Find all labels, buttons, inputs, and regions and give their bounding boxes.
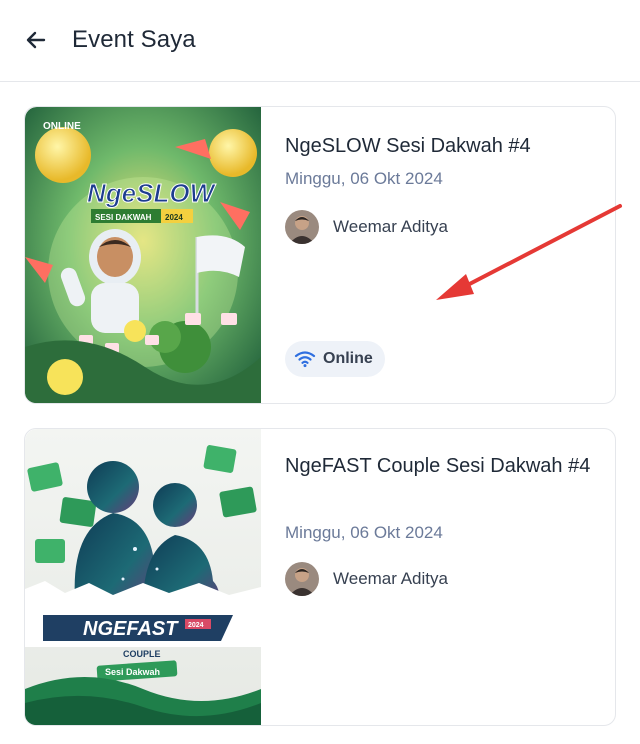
event-poster: ONLINE NgeSLOW SESI DAKWAH 2024 [25, 107, 261, 403]
event-list: ONLINE NgeSLOW SESI DAKWAH 2024 NgeSLOW … [0, 82, 640, 744]
event-title: NgeSLOW Sesi Dakwah #4 [285, 135, 531, 157]
event-poster: NGEFAST 2024 COUPLE Sesi Dakwah [25, 429, 261, 725]
avatar [285, 562, 319, 596]
event-card[interactable]: ONLINE NgeSLOW SESI DAKWAH 2024 NgeSLOW … [24, 106, 616, 404]
poster-sub-banner: SESI DAKWAH [95, 213, 152, 222]
event-title: NgeFAST Couple Sesi Dakwah #4 [285, 455, 591, 477]
wifi-icon [293, 349, 317, 369]
event-card[interactable]: NGEFAST 2024 COUPLE Sesi Dakwah NgeFAST … [24, 428, 616, 726]
event-host: Weemar Aditya [285, 561, 448, 597]
host-name: Weemar Aditya [333, 217, 448, 236]
event-date: Minggu, 06 Okt 2024 [285, 169, 443, 188]
avatar [285, 210, 319, 244]
app-header: Event Saya [0, 0, 640, 82]
poster-logo-text: NgeSLOW [87, 178, 217, 208]
poster-year: 2024 [165, 213, 183, 222]
event-mode-badge: Online [285, 341, 385, 377]
poster-sub-banner-1: COUPLE [123, 649, 161, 659]
poster-top-label: ONLINE [43, 121, 81, 132]
page-title: Event Saya [72, 26, 196, 53]
event-date: Minggu, 06 Okt 2024 [285, 523, 443, 542]
poster-logo-text: NGEFAST [83, 618, 179, 640]
event-host: Weemar Aditya [285, 209, 448, 245]
poster-sub-banner-2: Sesi Dakwah [105, 667, 160, 677]
poster-year: 2024 [188, 622, 204, 629]
event-mode-label: Online [323, 350, 373, 367]
host-name: Weemar Aditya [333, 569, 448, 588]
arrow-left-icon [26, 31, 46, 49]
back-button[interactable] [20, 24, 52, 56]
